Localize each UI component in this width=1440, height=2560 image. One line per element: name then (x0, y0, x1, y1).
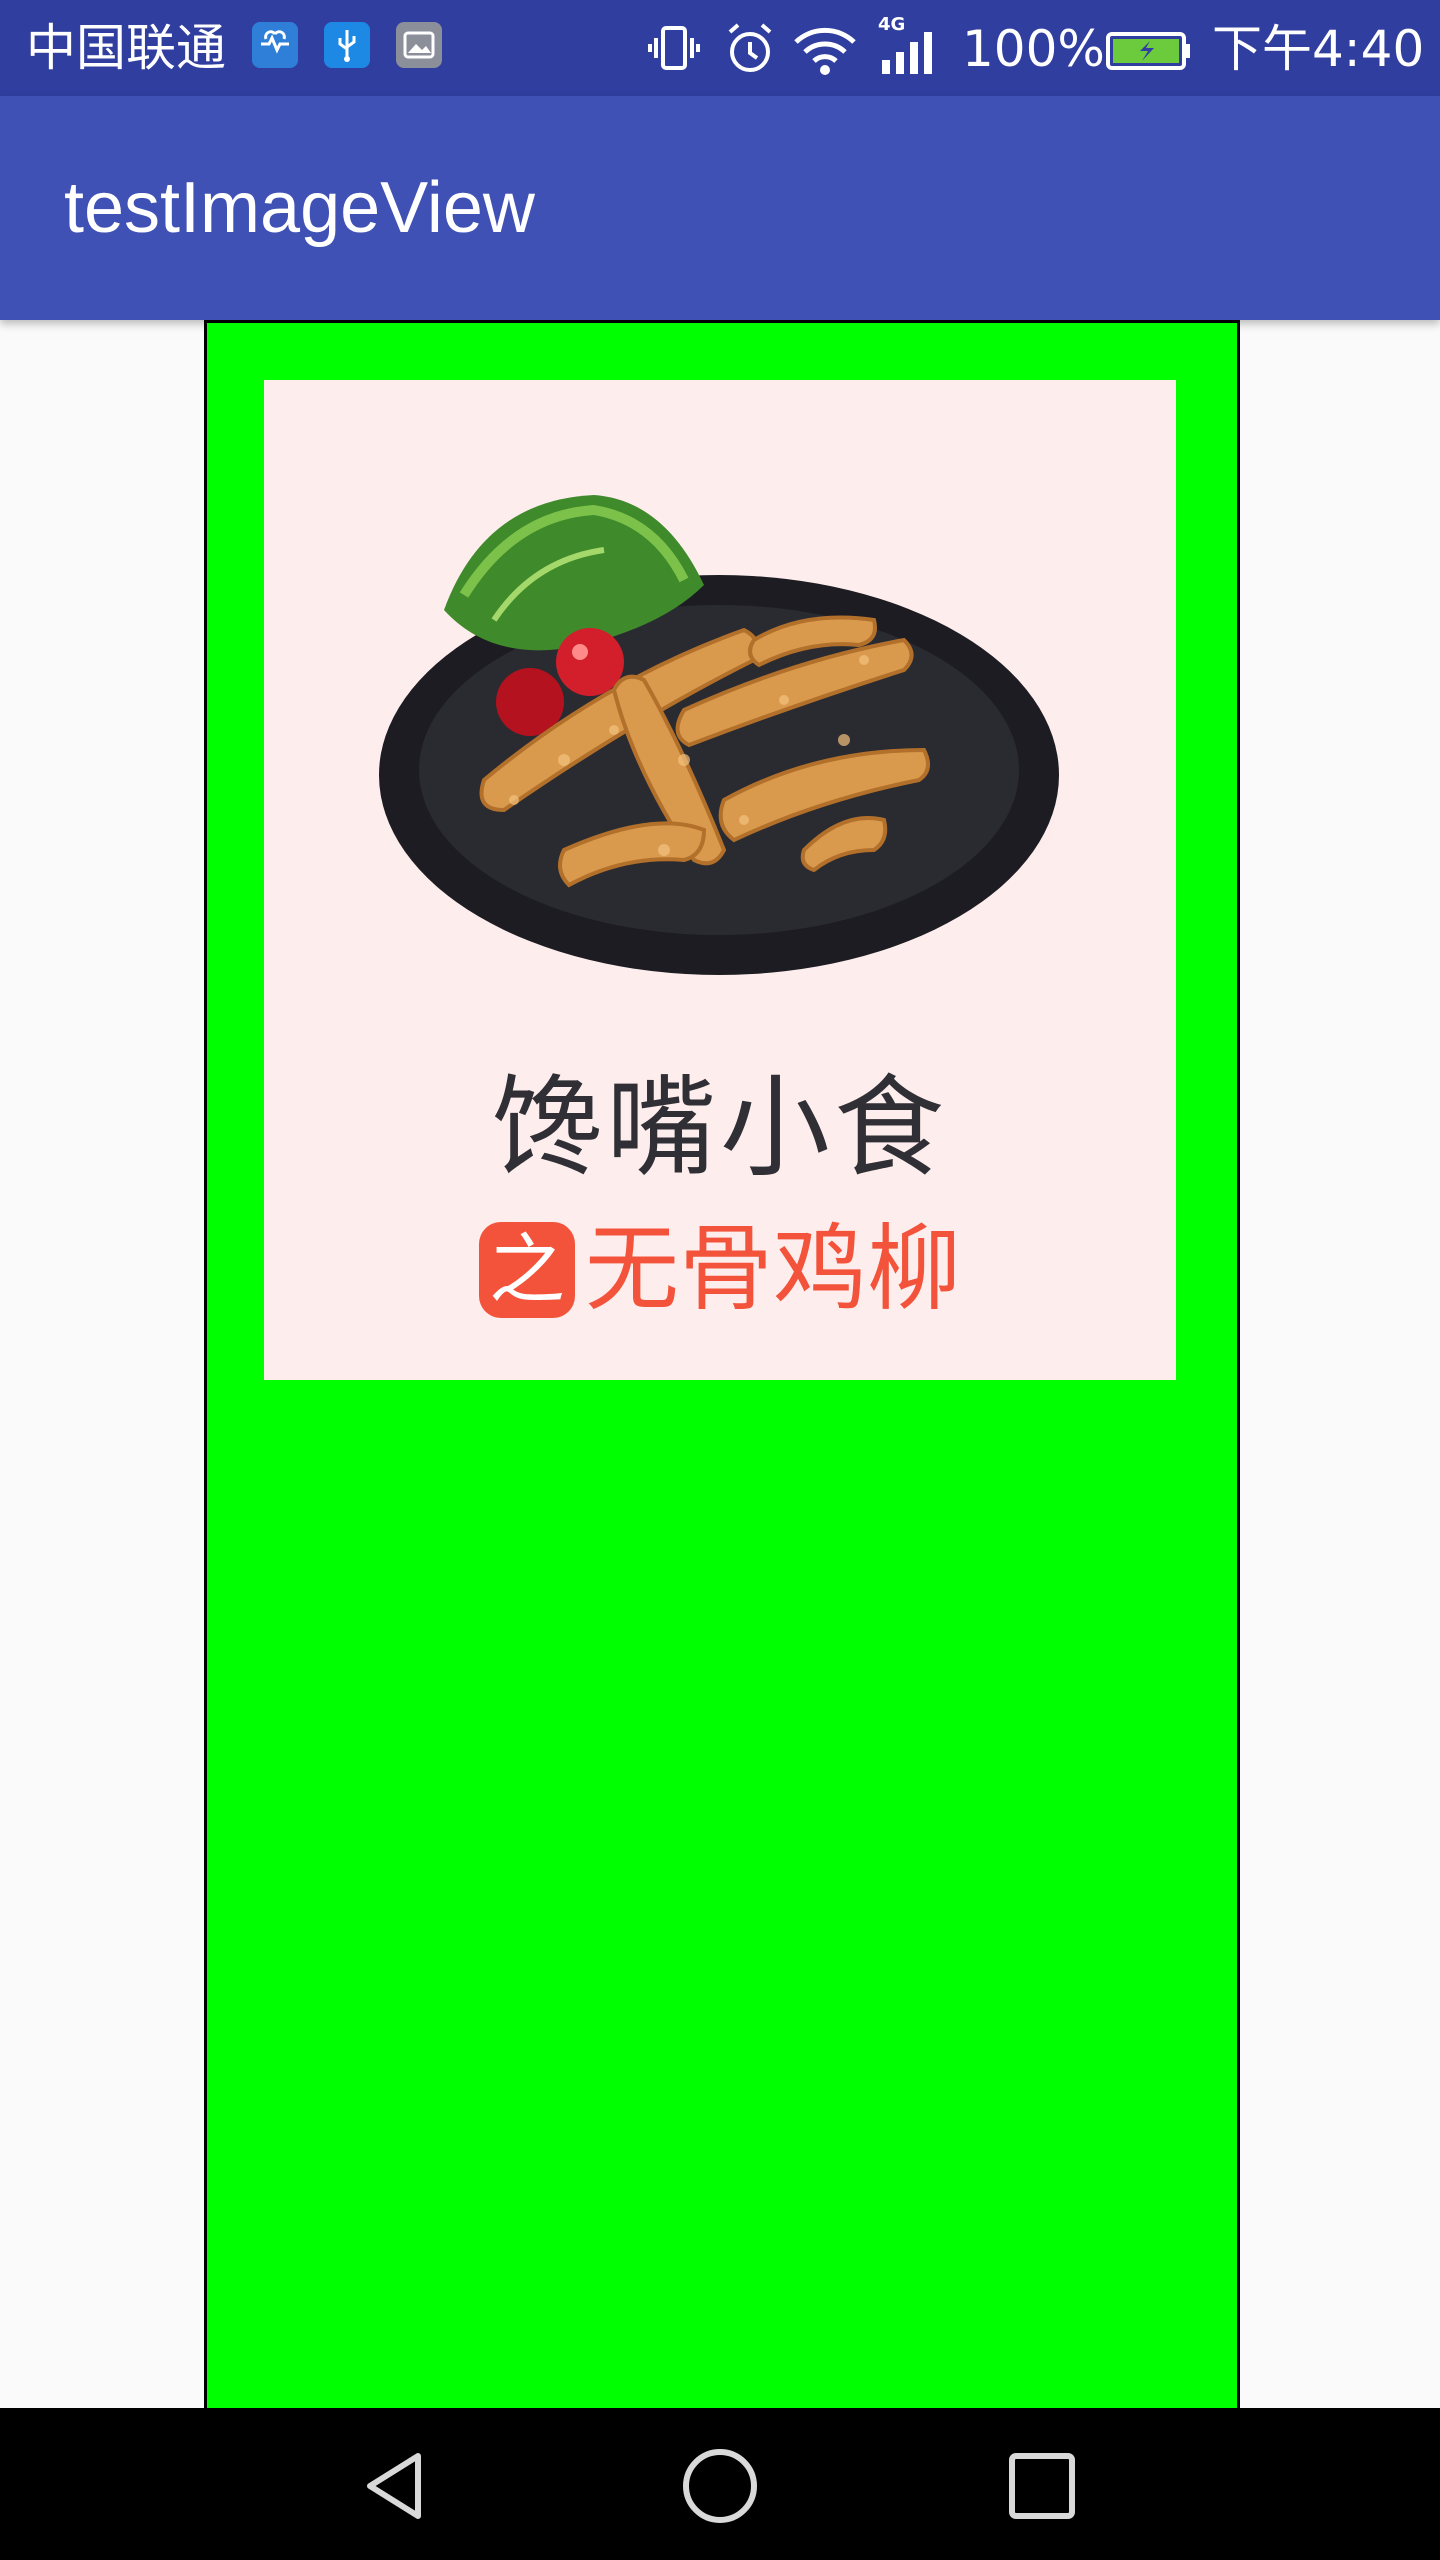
carrier-label: 中国联通 (26, 19, 226, 77)
image-subtitle-text: 无骨鸡柳 (584, 1215, 961, 1325)
battery-percent: 100% (962, 20, 1105, 78)
gallery-icon (396, 22, 442, 68)
signal-icon: 4G (876, 14, 946, 84)
status-bar: 中国联通 4G 100% 下午4:40 (0, 0, 1440, 96)
alarm-icon (720, 14, 780, 84)
vibrate-icon (646, 14, 702, 84)
app-bar: testImageView (0, 96, 1440, 320)
back-icon[interactable] (356, 2446, 436, 2530)
image-title-text: 馋嘴小食 (492, 1064, 948, 1192)
app-title: testImageView (64, 168, 535, 248)
food-plate-illustration (344, 495, 1104, 975)
clock: 下午4:40 (1212, 20, 1425, 78)
navigation-bar (0, 2408, 1440, 2560)
home-icon[interactable] (678, 2444, 762, 2532)
health-icon (252, 22, 298, 68)
battery-icon (1104, 14, 1194, 84)
network-type-label: 4G (878, 14, 905, 35)
subtitle-badge: 之 (478, 1222, 575, 1319)
product-image: 馋嘴小食 之无骨鸡柳 (264, 380, 1176, 1380)
usb-icon (324, 22, 370, 68)
wifi-icon (790, 14, 860, 84)
recents-icon[interactable] (1004, 2448, 1080, 2528)
image-subtitle: 之无骨鸡柳 (264, 1210, 1176, 1325)
